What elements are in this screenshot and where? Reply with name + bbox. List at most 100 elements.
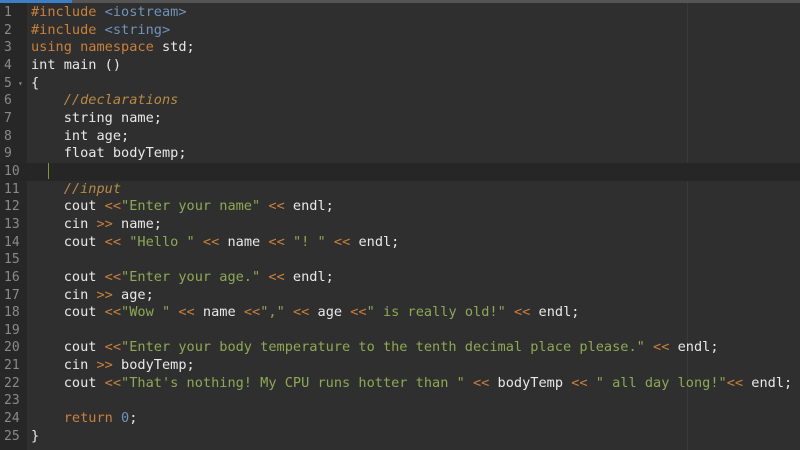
- token-kw: #include: [31, 21, 105, 38]
- token-op: <<: [571, 374, 588, 391]
- code-line[interactable]: 17 cin >> age;: [0, 287, 800, 305]
- fold-arrow-icon[interactable]: ▾: [18, 75, 23, 93]
- token-str: ",": [260, 304, 285, 321]
- code-line[interactable]: 22 cout <<"That's nothing! My CPU runs h…: [0, 375, 800, 393]
- token-kw: using namespace: [31, 39, 162, 56]
- code-text: #include <string>: [31, 22, 170, 40]
- token-t: {: [31, 74, 40, 91]
- line-number: 17: [4, 287, 20, 303]
- line-number: 2: [4, 22, 12, 38]
- token-kw: return: [63, 410, 122, 427]
- code-line[interactable]: 9 float bodyTemp;: [0, 145, 800, 163]
- token-t: string name;: [31, 109, 162, 126]
- line-number: 6: [4, 93, 12, 109]
- code-line[interactable]: 15: [0, 251, 800, 269]
- token-t: [588, 375, 596, 391]
- token-op: <<: [513, 304, 531, 321]
- token-str: "Enter your age.": [121, 268, 261, 285]
- code-line[interactable]: 3 using namespace std;: [0, 39, 800, 57]
- line-number: 25: [4, 428, 20, 444]
- token-str: " all day long!": [595, 374, 727, 391]
- code-line[interactable]: 2 #include <string>: [0, 22, 800, 40]
- tab-bar: [0, 0, 800, 3]
- code-text: cin >> name;: [31, 216, 162, 234]
- token-t: cin: [31, 357, 97, 374]
- code-text: //input: [31, 181, 121, 199]
- token-t: }: [31, 427, 40, 444]
- token-op: <<: [333, 233, 351, 250]
- token-t: ;: [129, 410, 138, 427]
- token-t: [31, 410, 64, 426]
- code-line[interactable]: 4 int main (): [0, 57, 800, 75]
- code-text: return 0;: [31, 410, 138, 428]
- code-text: cout << "Hello " << name << "! " << endl…: [31, 233, 400, 252]
- code-line[interactable]: 7 string name;: [0, 110, 800, 128]
- token-op: <<: [104, 233, 122, 250]
- token-op: <<: [104, 374, 122, 391]
- token-op: <<: [104, 268, 122, 285]
- line-number: 12: [4, 199, 20, 215]
- line-number: 20: [4, 340, 20, 356]
- code-line[interactable]: 18 cout <<"Wow " << name <<"," << age <<…: [0, 304, 800, 322]
- code-line[interactable]: 19: [0, 322, 800, 340]
- token-t: int age;: [31, 127, 130, 144]
- code-line[interactable]: 25}: [0, 428, 800, 446]
- code-text: cout <<"Wow " << name <<"," << age <<" i…: [31, 304, 580, 322]
- code-line[interactable]: 14 cout << "Hello " << name << "! " << e…: [0, 234, 800, 252]
- line-number: 13: [4, 216, 20, 232]
- token-op: <<: [268, 198, 285, 215]
- code-line[interactable]: 1 #include <iostream>: [0, 4, 800, 22]
- token-t: cout: [31, 339, 105, 356]
- code-line[interactable]: 6 //declarations: [0, 92, 800, 110]
- code-line[interactable]: 20 cout <<"Enter your body temperature t…: [0, 339, 800, 357]
- token-op: <<: [202, 233, 220, 250]
- code-line[interactable]: 16 cout <<"Enter your age." << endl;: [0, 269, 800, 287]
- code-text: cout <<"Enter your name" << endl;: [31, 198, 334, 216]
- token-t: name: [219, 233, 269, 250]
- code-text: #include <iostream>: [31, 4, 187, 22]
- line-number: 22: [4, 375, 20, 391]
- token-op: <<: [292, 304, 310, 321]
- line-number: 10: [4, 163, 20, 179]
- token-t: cout: [31, 233, 105, 250]
- token-str: "Wow ": [121, 304, 171, 321]
- line-number: 18: [4, 305, 20, 321]
- token-t: float bodyTemp;: [31, 145, 187, 162]
- token-cm: //input: [63, 180, 122, 197]
- code-line[interactable]: 24 return 0;: [0, 410, 800, 428]
- line-number: 8: [4, 128, 12, 144]
- token-t: cout: [31, 304, 105, 321]
- code-line[interactable]: 5 ▾{: [0, 75, 800, 93]
- token-t: [465, 375, 473, 391]
- code-line[interactable]: 11 //input: [0, 181, 800, 199]
- code-line[interactable]: 21 cin >> bodyTemp;: [0, 357, 800, 375]
- code-editor[interactable]: 1 #include <iostream> 2 #include <string> 3 u…: [0, 4, 800, 445]
- token-op: >>: [96, 215, 113, 232]
- code-line[interactable]: 8 int age;: [0, 128, 800, 146]
- token-cm: //declarations: [63, 92, 179, 109]
- token-t: [285, 234, 293, 250]
- line-number: 7: [4, 110, 12, 126]
- code-line[interactable]: 12 cout <<"Enter your name" << endl;: [0, 198, 800, 216]
- token-t: cin: [31, 286, 97, 303]
- token-t: [195, 234, 203, 250]
- code-line[interactable]: 13 cin >> name;: [0, 216, 800, 234]
- line-number: 11: [4, 181, 20, 197]
- token-op: >>: [96, 286, 113, 303]
- token-inc: <string>: [104, 21, 171, 38]
- code-line[interactable]: 10: [0, 162, 800, 181]
- token-inc: <iostream>: [104, 4, 187, 20]
- line-number: 16: [4, 269, 20, 285]
- token-t: cin: [31, 215, 97, 232]
- token-t: [31, 92, 64, 108]
- code-line[interactable]: 23: [0, 392, 800, 410]
- line-number: 9: [4, 146, 12, 162]
- token-num: 0: [121, 410, 130, 427]
- code-text: string name;: [31, 110, 162, 128]
- code-text: cout <<"Enter your body temperature to t…: [31, 339, 719, 357]
- code-text: using namespace std;: [31, 39, 195, 57]
- line-number: 4: [4, 57, 12, 73]
- code-text: //declarations: [31, 92, 179, 110]
- token-t: cout: [31, 198, 105, 215]
- token-t: endl;: [743, 374, 793, 391]
